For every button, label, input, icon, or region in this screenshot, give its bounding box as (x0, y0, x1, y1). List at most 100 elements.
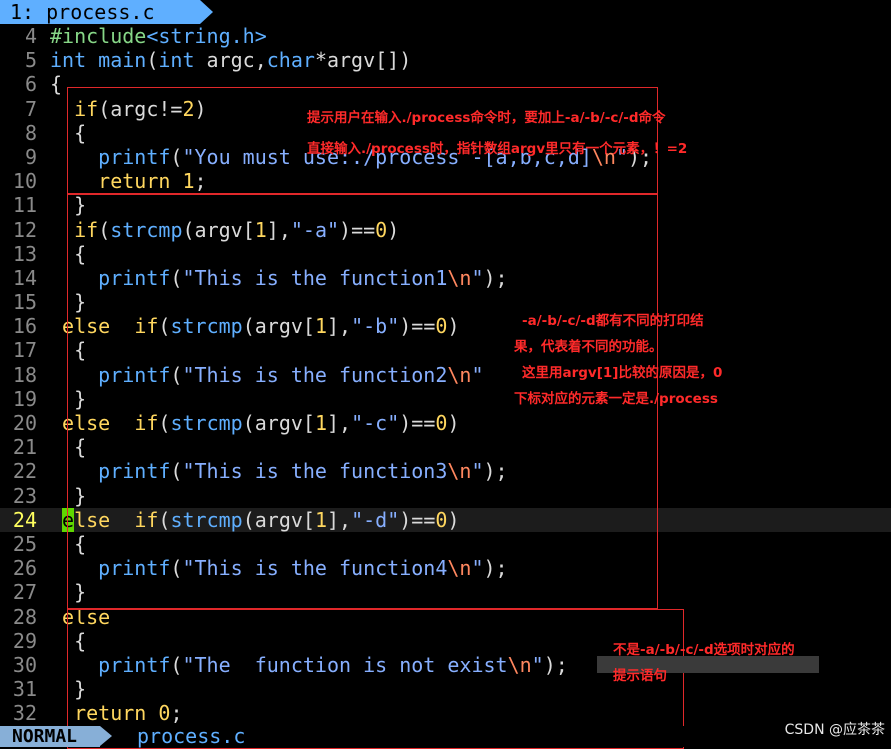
status-filename: process.c (137, 724, 246, 748)
code-line[interactable]: 32 return 0; (0, 701, 891, 725)
code-line[interactable]: 5 int main(int argc,char*argv[]) (0, 48, 891, 72)
code-line[interactable]: 24 else if(strcmp(argv[1],"-d")==0) (0, 507, 891, 532)
code-line[interactable]: 28 else (0, 605, 891, 629)
code-token: ( (158, 314, 171, 339)
code-token: printf (98, 556, 171, 581)
code-token: ); (483, 556, 508, 581)
code-token: #include (50, 24, 147, 48)
code-token: { (50, 338, 87, 363)
code-token: } (50, 483, 87, 508)
code-token: ], (327, 314, 352, 339)
code-token: \n (447, 362, 472, 387)
code-line[interactable]: 13 { (0, 242, 891, 266)
code-token: else (62, 411, 111, 435)
annotation-note-2c: 这里用argv[1]比较的原因是，0 (522, 365, 723, 381)
code-token: 0 (435, 411, 448, 435)
code-line[interactable]: 22 printf("This is the function3\n"); (0, 459, 891, 483)
code-token: int (158, 48, 195, 73)
code-token: " (471, 459, 484, 484)
line-number: 29 (12, 628, 37, 653)
line-number: 13 (12, 241, 37, 266)
mode-indicator: NORMAL (0, 726, 100, 747)
code-token: printf (98, 362, 171, 387)
code-token: argc, (194, 48, 267, 73)
code-token: } (50, 386, 87, 411)
code-token: "This is the function1 (182, 265, 448, 290)
code-token: 1 (314, 411, 327, 435)
code-token: ; (170, 701, 183, 726)
code-line[interactable]: 16 else if(strcmp(argv[1],"-b")==0) (0, 314, 891, 338)
code-token: ) (194, 96, 207, 121)
code-line[interactable]: 15 } (0, 290, 891, 314)
line-number: 23 (12, 483, 37, 508)
code-line[interactable]: 6{ (0, 72, 891, 96)
code-line[interactable]: 25 { (0, 532, 891, 556)
line-number: 14 (12, 265, 37, 290)
code-line[interactable]: 31 } (0, 677, 891, 701)
code-token: "-b" (351, 314, 400, 339)
code-token: \n (447, 556, 472, 581)
code-line[interactable]: 27 } (0, 580, 891, 604)
code-line[interactable]: 26 printf("This is the function4\n"); (0, 556, 891, 580)
code-line[interactable]: 10 return 1; (0, 169, 891, 193)
code-line[interactable]: 4 #include<string.h> (0, 24, 891, 48)
code-token: (argc!= (98, 96, 183, 121)
code-token: ( (170, 459, 183, 484)
code-token: ); (543, 652, 568, 677)
code-token: ( (158, 411, 171, 435)
code-token: } (50, 580, 87, 605)
code-token: *argv[]) (314, 48, 412, 73)
code-token: ) (447, 314, 460, 339)
code-token: printf (98, 652, 171, 677)
code-line[interactable]: 12 if(strcmp(argv[1],"-a")==0) (0, 218, 891, 242)
code-line[interactable]: 18 printf("This is the function2\n" (0, 363, 891, 387)
code-token: )== (399, 314, 436, 339)
code-token: (argv[ (182, 217, 255, 242)
code-line[interactable]: 14 printf("This is the function1\n"); (0, 266, 891, 290)
code-token: ) (387, 217, 400, 242)
code-token: printf (98, 265, 171, 290)
annotation-note-1b: 直接输入./process时，指针数组argv里只有一个元素，！=2 (307, 141, 688, 157)
code-token: ); (483, 265, 508, 290)
code-line[interactable]: 21 { (0, 435, 891, 459)
code-token: ; (194, 169, 207, 194)
code-line[interactable]: 19 } (0, 387, 891, 411)
code-token: " (471, 362, 484, 387)
code-token: if (74, 217, 99, 242)
tabline: 1: process.c (0, 0, 891, 24)
code-token: ], (266, 217, 291, 242)
code-line[interactable]: 23 } (0, 484, 891, 508)
code-line[interactable]: 17 { (0, 338, 891, 362)
code-editor[interactable]: 4 #include<string.h> 5 int main(int argc,ch… (0, 24, 891, 725)
code-token: if (134, 411, 159, 435)
code-token: else (62, 604, 111, 629)
code-token: ); (483, 459, 508, 484)
tab-process-c[interactable]: 1: process.c (0, 0, 200, 24)
code-token: \n (447, 459, 472, 484)
code-token: } (50, 193, 87, 218)
line-number: 32 (12, 701, 37, 726)
code-token: (argv[ (242, 411, 315, 435)
code-token: ( (170, 265, 183, 290)
line-number: 21 (12, 435, 37, 460)
code-line[interactable]: 20 else if(strcmp(argv[1],"-c")==0) (0, 411, 891, 435)
code-token: <string.h> (146, 24, 267, 48)
code-line[interactable]: 11 } (0, 193, 891, 217)
code-token: ) (447, 507, 460, 532)
code-token: if (134, 314, 159, 339)
line-number: 22 (12, 459, 37, 484)
line-number: 30 (12, 652, 37, 677)
code-token: " (471, 556, 484, 581)
